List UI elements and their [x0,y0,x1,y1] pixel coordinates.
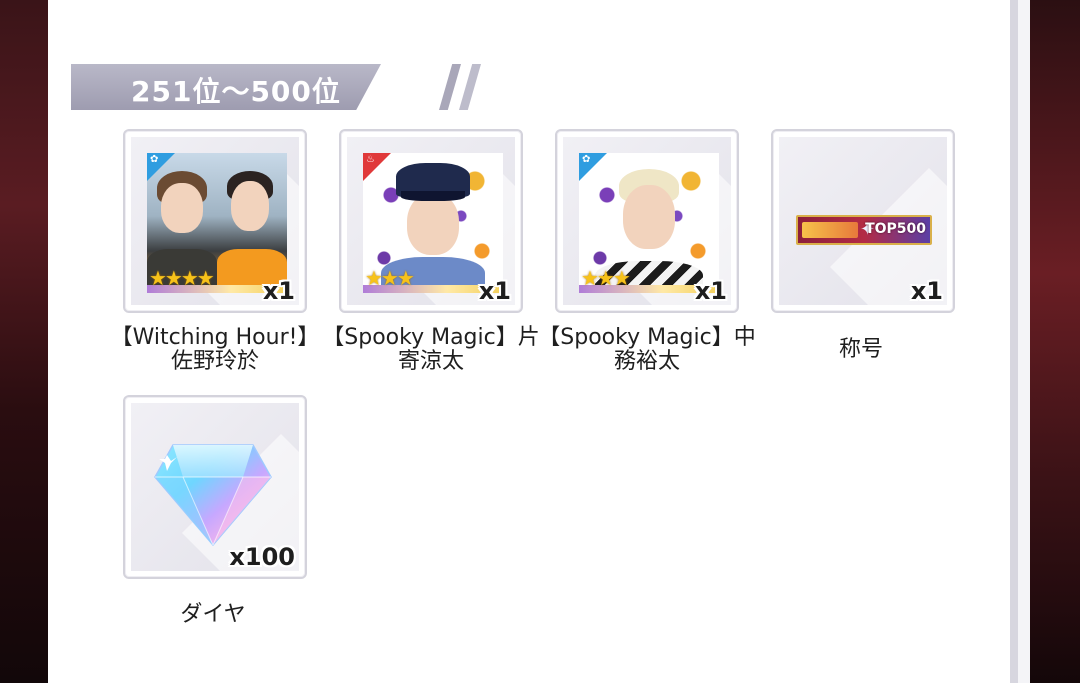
character-face [623,185,675,249]
reward-name-label: 称号 [838,337,883,362]
event-logo [802,222,858,238]
reward-name-label: 【Spooky Magic】片寄涼太 [322,325,540,374]
rarity-stars: ★★★★ [149,266,215,290]
rarity-stars: ★★★ [365,266,415,290]
character-face [231,181,269,231]
reward-quantity: x1 [910,277,943,305]
police-cap-visor [401,191,465,201]
reward-name-label: ダイヤ [180,602,246,627]
card-thumbnail: ♨ ★★★ [363,153,503,293]
character-face [407,193,459,255]
card-thumbnail: ✿ ★★★★ [147,153,287,293]
panel-scrollbar-track[interactable] [1010,0,1018,683]
title-plate-text: TOP500 [865,221,926,237]
reward-item-card[interactable]: ♨ ★★★ x1 [339,129,523,313]
rank-range-title: 251位〜500位 [131,75,341,108]
reward-item-card[interactable]: x100 [123,395,307,579]
diamond-gem-icon [154,444,272,547]
rank-range-banner: 251位〜500位 [71,64,481,110]
reward-name-label: 【Witching Hour!】佐野玲於 [110,325,320,374]
reward-name-label: 【Spooky Magic】中務裕太 [538,325,756,374]
card-thumbnail: ✿ ★★★ [579,153,719,293]
reward-quantity: x1 [262,277,295,305]
rarity-stars: ★★★ [581,266,631,290]
panel-border [1018,0,1030,683]
reward-quantity: x1 [478,277,511,305]
type-icon: ♨ [363,153,391,181]
background-left [0,0,48,683]
reward-quantity: x100 [229,543,295,571]
reward-item-card[interactable]: ✿ ★★★ x1 [555,129,739,313]
background-right [1028,0,1080,683]
reward-item-card[interactable]: ✦ TOP500 x1 [771,129,955,313]
character-face [161,183,203,233]
title-plate-image: ✦ TOP500 [796,215,932,245]
reward-item-card[interactable]: ✿ ★★★★ x1 [123,129,307,313]
reward-quantity: x1 [694,277,727,305]
sakura-type-icon: ✿ [579,153,607,181]
